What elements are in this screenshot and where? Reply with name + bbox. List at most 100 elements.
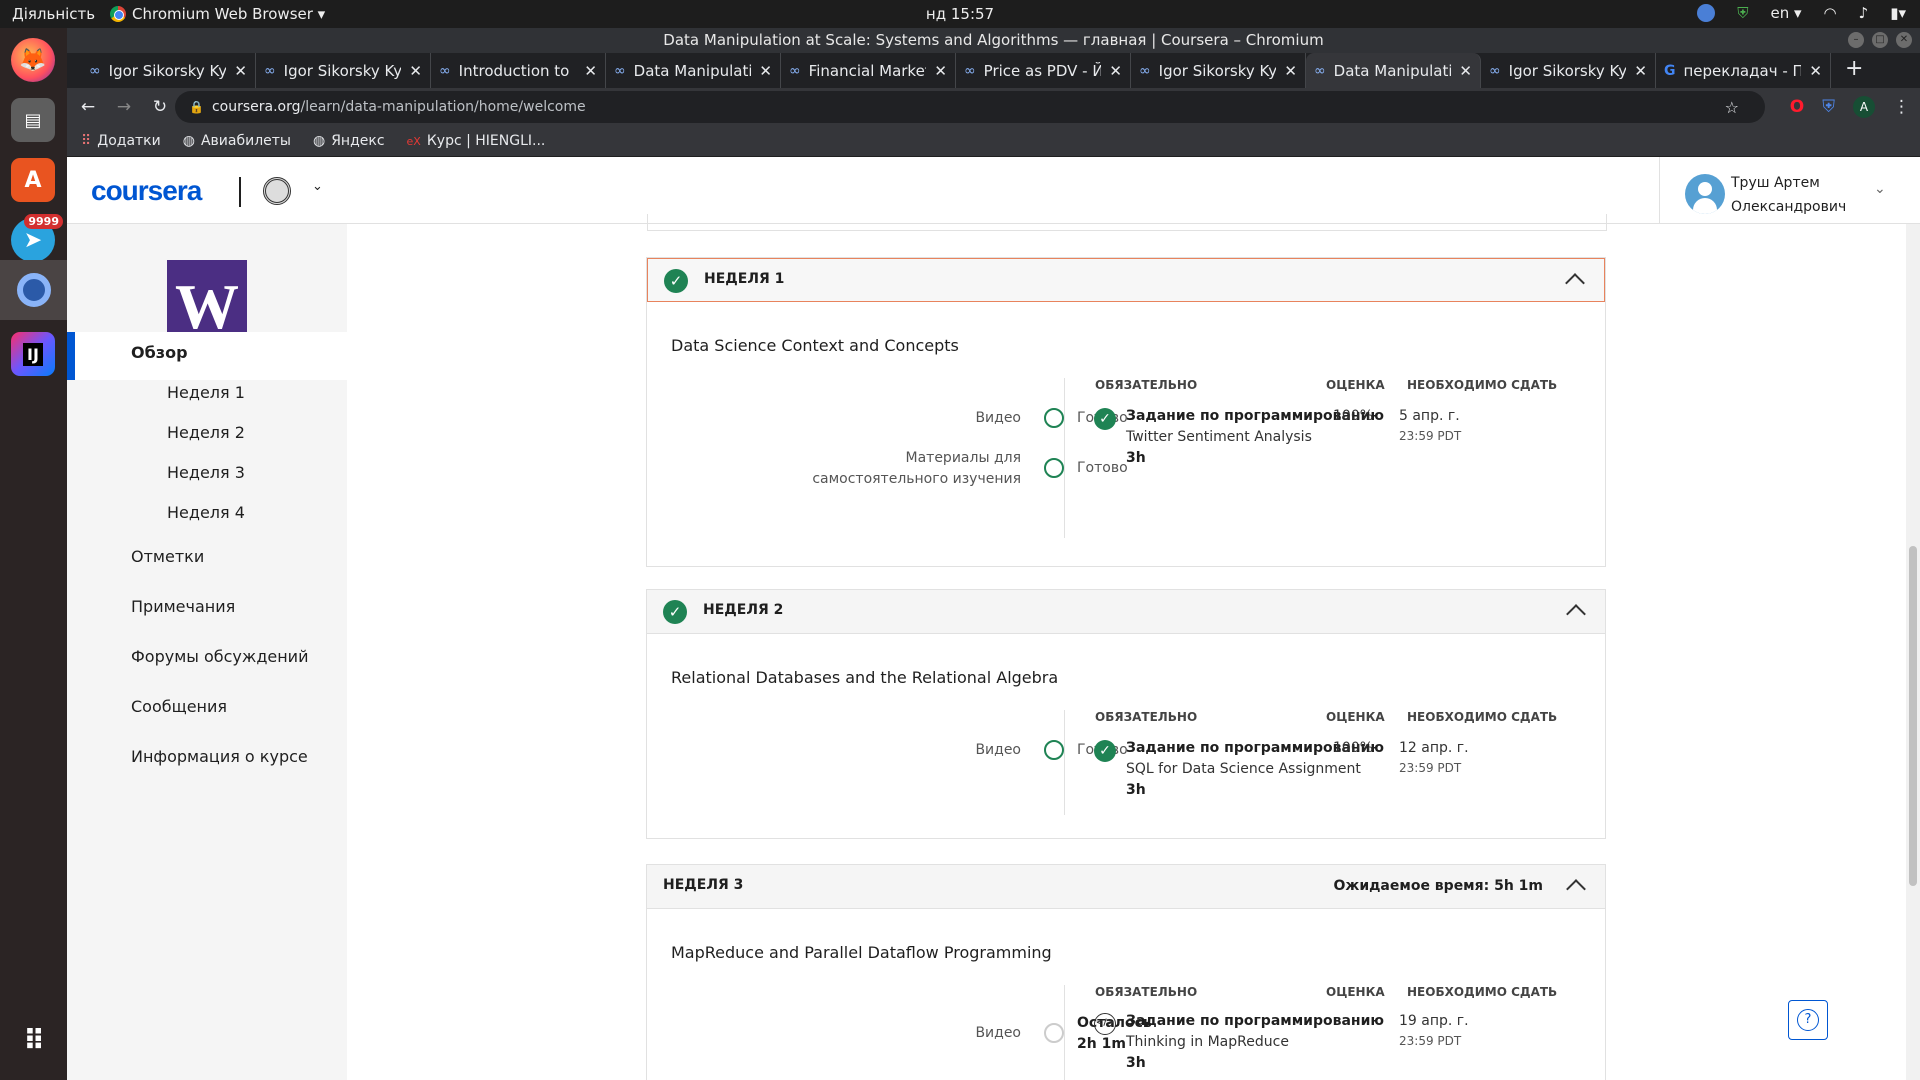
adblock-icon[interactable]: ⛨ xyxy=(1822,97,1835,117)
close-tab-icon[interactable]: ✕ xyxy=(1109,62,1122,80)
bookmark-item[interactable]: ◍ Авиабилеты xyxy=(183,133,291,149)
software-center-icon[interactable]: A xyxy=(11,158,55,202)
col-grade: ОЦЕНКА xyxy=(1326,985,1385,999)
assignment-name[interactable]: SQL for Data Science Assignment xyxy=(1126,761,1361,777)
material-label: Видео xyxy=(975,1025,1021,1041)
sidebar-item-week-1[interactable]: Неделя 1 xyxy=(67,380,347,406)
sidebar-item-notes[interactable]: Примечания xyxy=(67,594,347,620)
browser-tab[interactable]: ∞ Introduction to ✕ xyxy=(431,53,606,88)
week-header-1[interactable]: ✓ НЕДЕЛЯ 1 xyxy=(647,258,1605,302)
back-icon[interactable]: ← xyxy=(73,97,103,117)
week-header-3[interactable]: НЕДЕЛЯ 3 Ожидаемое время: 5h 1m xyxy=(647,865,1605,909)
profile-avatar[interactable]: A xyxy=(1853,96,1875,118)
sidebar-item-forums[interactable]: Форумы обсуждений xyxy=(67,644,347,670)
intellij-icon[interactable]: IJ xyxy=(11,332,55,376)
clock[interactable]: нд 15:57 xyxy=(926,5,994,23)
lock-icon[interactable]: 🔒 xyxy=(189,100,204,114)
close-tab-icon[interactable]: ✕ xyxy=(409,62,422,80)
coursera-logo[interactable]: coursera xyxy=(91,175,202,207)
bookmark-item[interactable]: ◍ Яндекс xyxy=(313,133,385,149)
due-time: 23:59 PDT xyxy=(1399,1034,1462,1048)
maximize-button[interactable]: □ xyxy=(1872,32,1888,48)
course-sidebar: W Обзор Неделя 1 Неделя 2 Неделя 3 Недел… xyxy=(67,224,347,1080)
bookmark-item[interactable]: ⠿ Додатки xyxy=(81,133,161,149)
sidebar-item-messages[interactable]: Сообщения xyxy=(67,694,347,720)
page-scrollbar[interactable] xyxy=(1906,224,1920,1080)
assignment-grade: 100% xyxy=(1333,408,1374,424)
wifi-icon[interactable]: ◠ xyxy=(1824,4,1837,22)
browser-tab[interactable]: ∞ Financial Market ✕ xyxy=(781,53,956,88)
menu-icon[interactable]: ⋮ xyxy=(1893,97,1910,117)
language-indicator[interactable]: en ▾ xyxy=(1770,4,1801,22)
chevron-up-icon[interactable] xyxy=(1566,604,1586,624)
bookmarks-bar: ⠿ Додатки ◍ Авиабилеты ◍ Яндекс eX Курс | HI… xyxy=(67,126,1920,157)
col-required: ОБЯЗАТЕЛЬНО xyxy=(1095,378,1198,392)
firefox-icon[interactable]: 🦊 xyxy=(11,38,55,82)
app-menu[interactable]: Chromium Web Browser ▾ xyxy=(110,5,325,23)
sidebar-item-grades[interactable]: Отметки xyxy=(67,544,347,570)
close-tab-icon[interactable]: ✕ xyxy=(1459,62,1472,80)
new-tab-button[interactable]: + xyxy=(1831,53,1877,88)
notification-icon[interactable] xyxy=(1697,4,1716,22)
browser-tab[interactable]: ∞ Igor Sikorsky Kyi ✕ xyxy=(256,53,431,88)
close-tab-icon[interactable]: ✕ xyxy=(1284,62,1297,80)
user-menu[interactable]: Труш Артем Олександрович xyxy=(1731,171,1846,219)
close-window-button[interactable]: ✕ xyxy=(1896,32,1912,48)
chevron-up-icon[interactable] xyxy=(1566,879,1586,899)
chevron-down-icon[interactable]: ⌄ xyxy=(312,179,323,194)
volume-icon[interactable]: ♪ xyxy=(1859,4,1869,22)
opera-vpn-icon[interactable]: O xyxy=(1790,97,1804,117)
show-apps-icon[interactable]: ⠿ xyxy=(11,1018,55,1062)
assignment-name[interactable]: Thinking in MapReduce xyxy=(1126,1034,1289,1050)
browser-tab[interactable]: ∞ Igor Sikorsky Kyi ✕ xyxy=(81,53,256,88)
browser-tab[interactable]: ∞ Data Manipulati ✕ xyxy=(606,53,781,88)
shield-icon[interactable]: ⛨ xyxy=(1737,4,1748,22)
window-controls: – □ ✕ xyxy=(1848,32,1912,48)
assignment-type[interactable]: Задание по программированию xyxy=(1126,1013,1384,1029)
bookmark-star-icon[interactable]: ☆ xyxy=(1725,98,1739,117)
reload-icon[interactable]: ↻ xyxy=(145,97,175,117)
files-icon[interactable]: ▤ xyxy=(11,98,55,142)
assignment-duration: 3h xyxy=(1126,1055,1146,1071)
assignment-name[interactable]: Twitter Sentiment Analysis xyxy=(1126,429,1312,445)
chevron-up-icon[interactable] xyxy=(1565,273,1585,293)
chromium-dock-icon[interactable] xyxy=(0,260,67,320)
sidebar-item-course-info[interactable]: Информация о курсе xyxy=(67,744,347,770)
browser-tab-active[interactable]: ∞ Data Manipulati ✕ xyxy=(1306,53,1481,88)
close-tab-icon[interactable]: ✕ xyxy=(1634,62,1647,80)
close-tab-icon[interactable]: ✕ xyxy=(234,62,247,80)
browser-tab[interactable]: ∞ Price as PDV - Й ✕ xyxy=(956,53,1131,88)
scrollbar-thumb[interactable] xyxy=(1909,546,1917,886)
browser-tab[interactable]: ∞ Igor Sikorsky Kyi ✕ xyxy=(1481,53,1656,88)
close-tab-icon[interactable]: ✕ xyxy=(1809,62,1822,80)
sidebar-item-week-2[interactable]: Неделя 2 xyxy=(67,420,347,446)
due-date: 12 апр. г. xyxy=(1399,740,1469,756)
activities-button[interactable]: Діяльність xyxy=(12,5,95,23)
sidebar-item-week-3[interactable]: Неделя 3 xyxy=(67,460,347,486)
forward-icon[interactable]: → xyxy=(109,97,139,117)
sidebar-item-week-4[interactable]: Неделя 4 xyxy=(67,500,347,526)
help-button[interactable]: ? xyxy=(1788,1000,1828,1040)
week-header-2[interactable]: ✓ НЕДЕЛЯ 2 xyxy=(647,590,1605,634)
university-seal-icon[interactable] xyxy=(263,177,291,205)
user-avatar[interactable] xyxy=(1685,174,1725,214)
completed-check-icon: ✓ xyxy=(1094,408,1116,430)
chevron-down-icon[interactable]: ⌄ xyxy=(1874,181,1886,197)
telegram-icon[interactable]: ➤ 9999 xyxy=(11,214,63,262)
minimize-button[interactable]: – xyxy=(1848,32,1864,48)
browser-tab[interactable]: ∞ Igor Sikorsky Kyi ✕ xyxy=(1131,53,1306,88)
coursera-favicon-icon: ∞ xyxy=(1314,62,1326,79)
sidebar-item-overview[interactable]: Обзор xyxy=(67,332,347,380)
close-tab-icon[interactable]: ✕ xyxy=(584,62,597,80)
battery-icon[interactable]: ▮▾ xyxy=(1890,4,1906,22)
browser-tab[interactable]: Gперекладач - По ✕ xyxy=(1656,53,1831,88)
col-required: ОБЯЗАТЕЛЬНО xyxy=(1095,985,1198,999)
material-label: Видео xyxy=(975,410,1021,426)
system-tray[interactable]: ⛨ en ▾ ◠ ♪ ▮▾ xyxy=(1697,4,1906,22)
column-divider xyxy=(1064,378,1065,538)
code-assignment-icon: </> xyxy=(1094,1013,1116,1035)
close-tab-icon[interactable]: ✕ xyxy=(934,62,947,80)
close-tab-icon[interactable]: ✕ xyxy=(759,62,772,80)
bookmark-item[interactable]: eX Курс | HIENGLI... xyxy=(407,133,546,149)
address-bar[interactable]: 🔒 coursera.org/learn/data-manipulation/h… xyxy=(175,91,1765,123)
